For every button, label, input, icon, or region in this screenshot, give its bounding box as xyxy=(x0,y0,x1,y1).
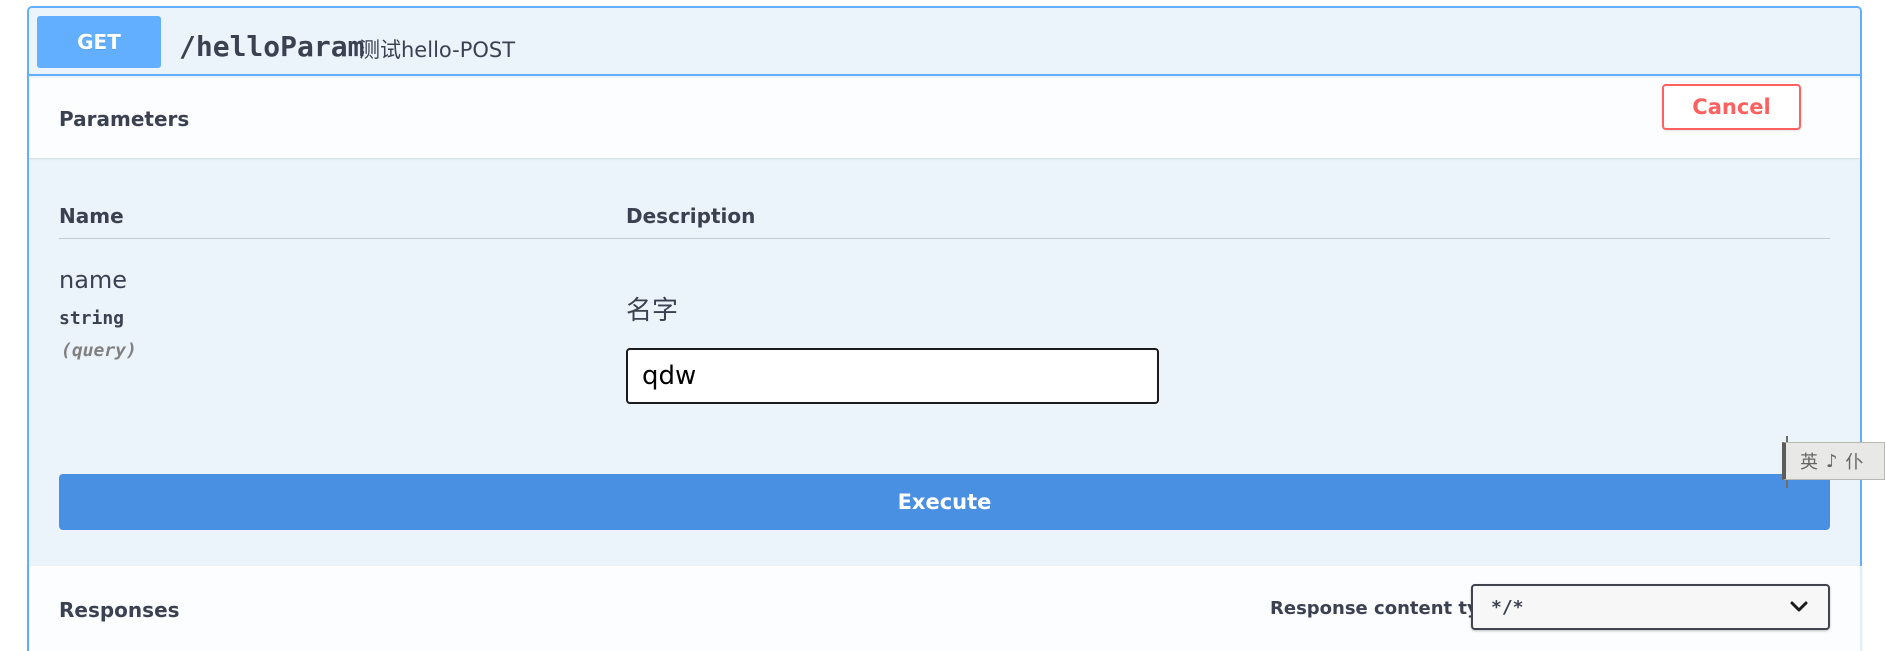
parameter-location: (query) xyxy=(61,340,137,361)
operation-summary-text: 测试hello-POST xyxy=(359,38,516,62)
response-content-type-value: */* xyxy=(1491,597,1524,618)
parameter-type: string xyxy=(59,308,125,329)
parameters-title: Parameters xyxy=(59,107,190,131)
ime-toolbar[interactable]: 英 ♪ 仆 xyxy=(1782,442,1885,480)
ime-moon-icon[interactable]: ♪ xyxy=(1826,451,1838,472)
parameter-value-input[interactable] xyxy=(626,348,1159,404)
operation-block: GET /helloParam 测试hello-POST Parameters xyxy=(27,6,1862,651)
execute-button[interactable]: Execute xyxy=(59,474,1830,530)
ime-punctuation-char[interactable]: 仆 xyxy=(1846,448,1864,474)
responses-title: Responses xyxy=(59,598,180,622)
response-content-type-select[interactable]: */* xyxy=(1471,584,1830,630)
column-header-description: Description xyxy=(626,204,756,228)
chevron-down-icon xyxy=(1790,601,1808,612)
method-badge: GET xyxy=(37,16,161,68)
cancel-button[interactable]: Cancel xyxy=(1662,84,1801,130)
table-divider xyxy=(59,238,1830,239)
parameters-header: Parameters xyxy=(29,78,1860,158)
operation-path: /helloParam xyxy=(179,30,365,63)
operation-summary[interactable]: GET /helloParam 测试hello-POST xyxy=(29,8,1860,76)
ime-mode-char[interactable]: 英 xyxy=(1800,448,1818,474)
response-content-type-label: Response content type xyxy=(1270,598,1504,619)
column-header-name: Name xyxy=(59,204,124,228)
parameter-name: name xyxy=(59,266,128,294)
parameter-description: 名字 xyxy=(626,296,679,326)
